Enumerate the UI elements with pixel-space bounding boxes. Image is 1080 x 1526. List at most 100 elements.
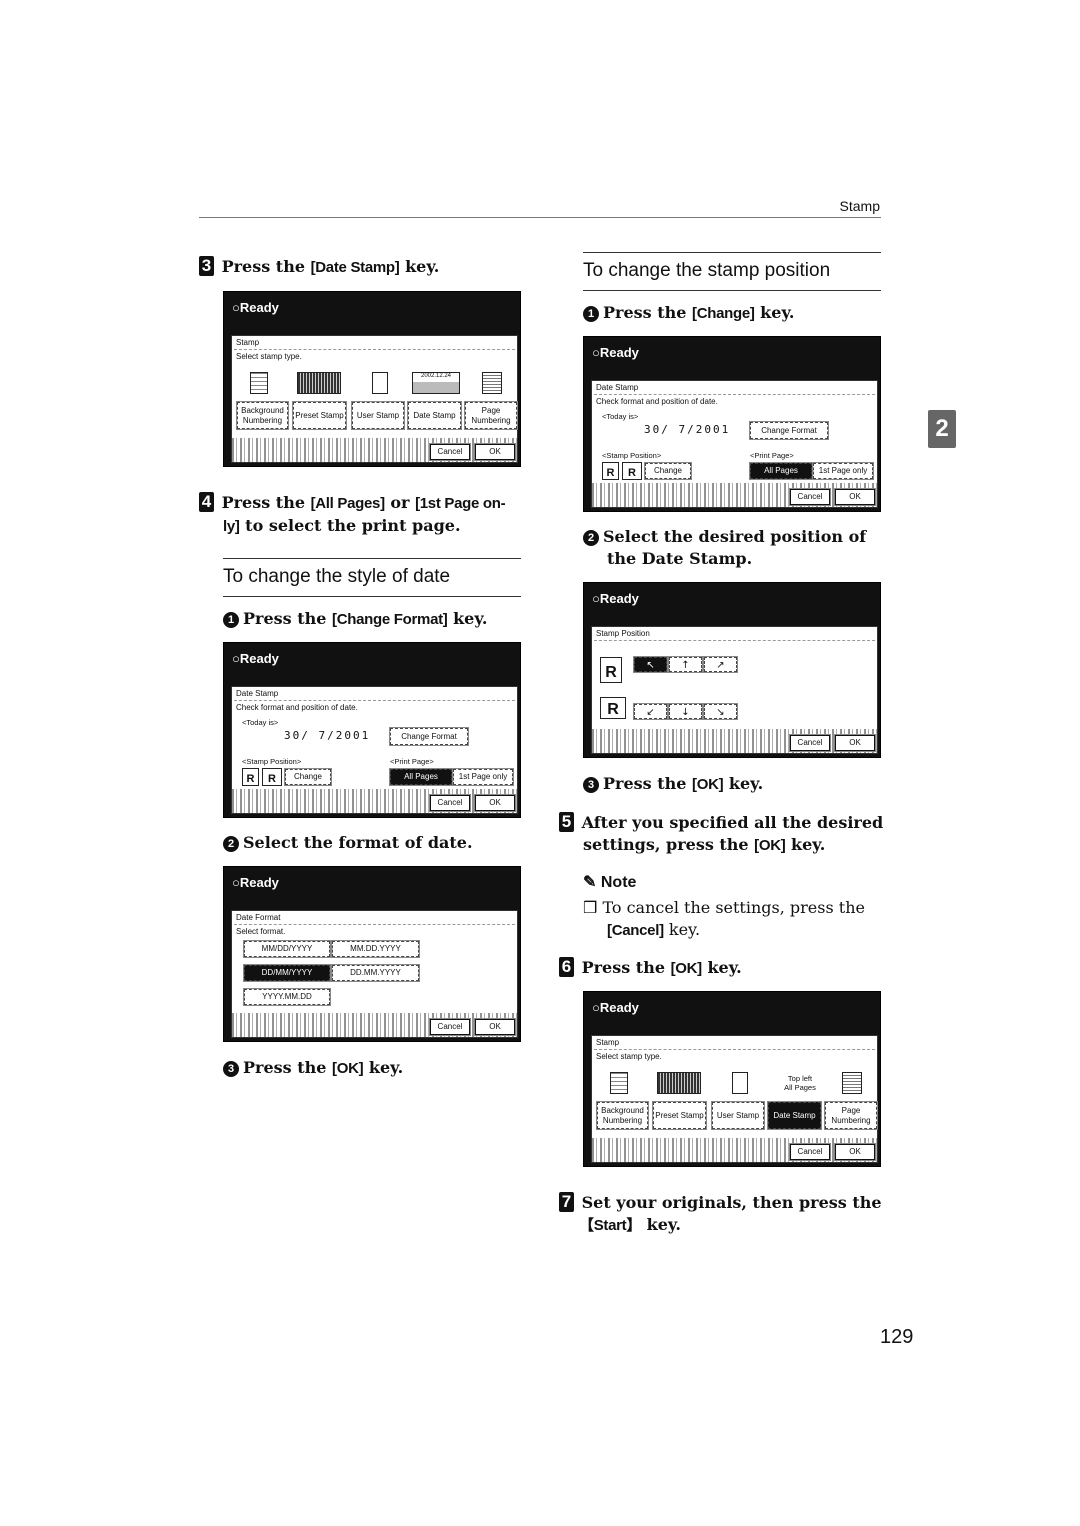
panel-body: Stamp Select stamp type. 2002.12.24 Back… bbox=[231, 335, 518, 463]
first-page-only-button[interactable]: 1st Page only bbox=[812, 462, 874, 480]
position-preview-icon: R bbox=[262, 768, 282, 786]
preset-stamp-icon bbox=[297, 372, 341, 394]
position-top-right-button[interactable]: ↗ bbox=[703, 656, 738, 673]
format-mm-dd-yyyy-dot[interactable]: MM.DD.YYYY bbox=[331, 940, 420, 958]
background-numbering-button[interactable]: Background Numbering bbox=[236, 401, 289, 430]
stamp-position-label: <Stamp Position> bbox=[602, 451, 662, 460]
status-ready: ○Ready bbox=[592, 591, 639, 606]
panel-desc: Select stamp type. bbox=[236, 352, 302, 361]
top-position-preview-icon: R bbox=[600, 657, 622, 683]
panel-desc: Check format and position of date. bbox=[236, 703, 358, 712]
format-dd-mm-yyyy-slash[interactable]: DD/MM/YYYY bbox=[243, 964, 331, 982]
section-heading-style: To change the style of date bbox=[223, 558, 521, 597]
change-format-button[interactable]: Change Format bbox=[389, 727, 469, 746]
preset-stamp-button[interactable]: Preset Stamp bbox=[652, 1101, 707, 1130]
page-numbering-icon bbox=[482, 372, 502, 394]
panel-desc: Select stamp type. bbox=[596, 1052, 662, 1061]
position-top-left-button[interactable]: ↖ bbox=[633, 656, 668, 673]
cancel-button[interactable]: Cancel bbox=[429, 794, 471, 812]
position-preview-icon: R bbox=[242, 768, 259, 786]
today-value: 30/ 7/2001 bbox=[644, 423, 731, 436]
today-label: <Today is> bbox=[602, 412, 639, 421]
step-5: 5 After you specified all the desired se… bbox=[559, 812, 889, 857]
cancel-button[interactable]: Cancel bbox=[429, 1018, 471, 1036]
panel-date-stamp: ○Ready Date Stamp Check format and posit… bbox=[223, 642, 521, 818]
step-6: 6 Press the [OK] key. bbox=[559, 957, 889, 980]
checkbox-bullet-icon: ❒ bbox=[583, 898, 598, 917]
user-stamp-button[interactable]: User Stamp bbox=[351, 401, 405, 430]
page-numbering-button[interactable]: Page Numbering bbox=[824, 1101, 878, 1130]
today-label: <Today is> bbox=[242, 718, 279, 727]
page-numbering-button[interactable]: Page Numbering bbox=[464, 401, 518, 430]
change-format-button[interactable]: Change Format bbox=[749, 421, 829, 440]
panel-stamp-select: ○Ready Stamp Select stamp type. 2002.12.… bbox=[223, 291, 521, 467]
background-numbering-icon bbox=[610, 1072, 628, 1094]
all-pages-button[interactable]: All Pages bbox=[749, 462, 813, 480]
panel-desc: Check format and position of date. bbox=[596, 397, 718, 406]
preset-stamp-icon bbox=[657, 1072, 701, 1094]
ok-button[interactable]: OK bbox=[474, 1018, 516, 1036]
position-preview-icon: R bbox=[622, 462, 642, 480]
all-pages-button[interactable]: All Pages bbox=[389, 768, 453, 786]
panel-stamp-position: ○Ready Stamp Position R ↖ ↑ ↗ R ↙ ↓ ↘ Ca… bbox=[583, 582, 881, 758]
section-heading-position: To change the stamp position bbox=[583, 252, 881, 291]
pencil-icon: ✎ bbox=[583, 874, 597, 891]
panel-title: Stamp bbox=[596, 1038, 620, 1047]
cancel-button[interactable]: Cancel bbox=[789, 488, 831, 506]
date-stamp-button[interactable]: Date Stamp bbox=[767, 1101, 822, 1130]
ok-button[interactable]: OK bbox=[834, 488, 876, 506]
substep-1: 1 Press the [Change Format] key. bbox=[223, 608, 533, 631]
date-stamp-button[interactable]: Date Stamp bbox=[407, 401, 462, 430]
step-3: 3 Press the [Date Stamp] key. bbox=[199, 256, 529, 279]
format-yyyy-mm-dd[interactable]: YYYY.MM.DD bbox=[243, 988, 331, 1006]
background-numbering-button[interactable]: Background Numbering bbox=[596, 1101, 649, 1130]
substep-1: 1 Press the [Change] key. bbox=[583, 302, 893, 325]
ok-button[interactable]: OK bbox=[834, 734, 876, 752]
panel-title: Stamp Position bbox=[596, 629, 650, 638]
user-stamp-icon bbox=[372, 372, 388, 394]
today-value: 30/ 7/2001 bbox=[284, 729, 371, 742]
position-bottom-left-button[interactable]: ↙ bbox=[633, 703, 668, 720]
background-numbering-icon bbox=[250, 372, 268, 394]
step-4: 4 Press the [All Pages] or [1st Page on-… bbox=[199, 492, 529, 538]
substep-2: 2 Select the format of date. bbox=[223, 832, 533, 854]
bottom-position-preview-icon: R bbox=[600, 697, 626, 719]
position-top-center-button[interactable]: ↑ bbox=[668, 656, 703, 673]
panel-date-format: ○Ready Date Format Select format. MM/DD/… bbox=[223, 866, 521, 1042]
key-label: [Date Stamp] bbox=[310, 259, 400, 276]
header-rule bbox=[199, 217, 881, 218]
step-number: 5 bbox=[559, 812, 574, 832]
panel-title: Stamp bbox=[236, 338, 260, 347]
running-header: Stamp bbox=[839, 198, 880, 214]
step-number: 7 bbox=[559, 1192, 574, 1212]
format-dd-mm-yyyy-dot[interactable]: DD.MM.YYYY bbox=[331, 964, 420, 982]
cancel-button[interactable]: Cancel bbox=[429, 443, 471, 461]
page-number: 129 bbox=[880, 1326, 914, 1348]
panel-stamp-select-final: ○Ready Stamp Select stamp type. Top left… bbox=[583, 991, 881, 1167]
format-mm-dd-yyyy-slash[interactable]: MM/DD/YYYY bbox=[243, 940, 331, 958]
first-page-only-button[interactable]: 1st Page only bbox=[452, 768, 514, 786]
ok-button[interactable]: OK bbox=[834, 1143, 876, 1161]
position-bottom-right-button[interactable]: ↘ bbox=[703, 703, 738, 720]
preset-stamp-button[interactable]: Preset Stamp bbox=[292, 401, 347, 430]
ok-button[interactable]: OK bbox=[474, 794, 516, 812]
status-ready: ○Ready bbox=[232, 875, 279, 890]
stamp-position-label: <Stamp Position> bbox=[242, 757, 302, 766]
panel-title: Date Stamp bbox=[596, 383, 639, 392]
status-ready: ○Ready bbox=[232, 651, 279, 666]
change-button[interactable]: Change bbox=[644, 462, 692, 480]
panel-date-stamp: ○Ready Date Stamp Check format and posit… bbox=[583, 336, 881, 512]
page-numbering-icon bbox=[842, 1072, 862, 1094]
user-stamp-button[interactable]: User Stamp bbox=[711, 1101, 765, 1130]
cancel-button[interactable]: Cancel bbox=[789, 1143, 831, 1161]
step-number: 3 bbox=[199, 256, 214, 276]
chapter-tab: 2 bbox=[928, 410, 956, 448]
status-ready: ○Ready bbox=[232, 300, 279, 315]
ok-button[interactable]: OK bbox=[474, 443, 516, 461]
cancel-button[interactable]: Cancel bbox=[789, 734, 831, 752]
position-bottom-center-button[interactable]: ↓ bbox=[668, 703, 703, 720]
panel-title: Date Format bbox=[236, 913, 281, 922]
change-button[interactable]: Change bbox=[284, 768, 332, 786]
position-preview-icon: R bbox=[602, 462, 619, 480]
step-number: 6 bbox=[559, 957, 574, 977]
